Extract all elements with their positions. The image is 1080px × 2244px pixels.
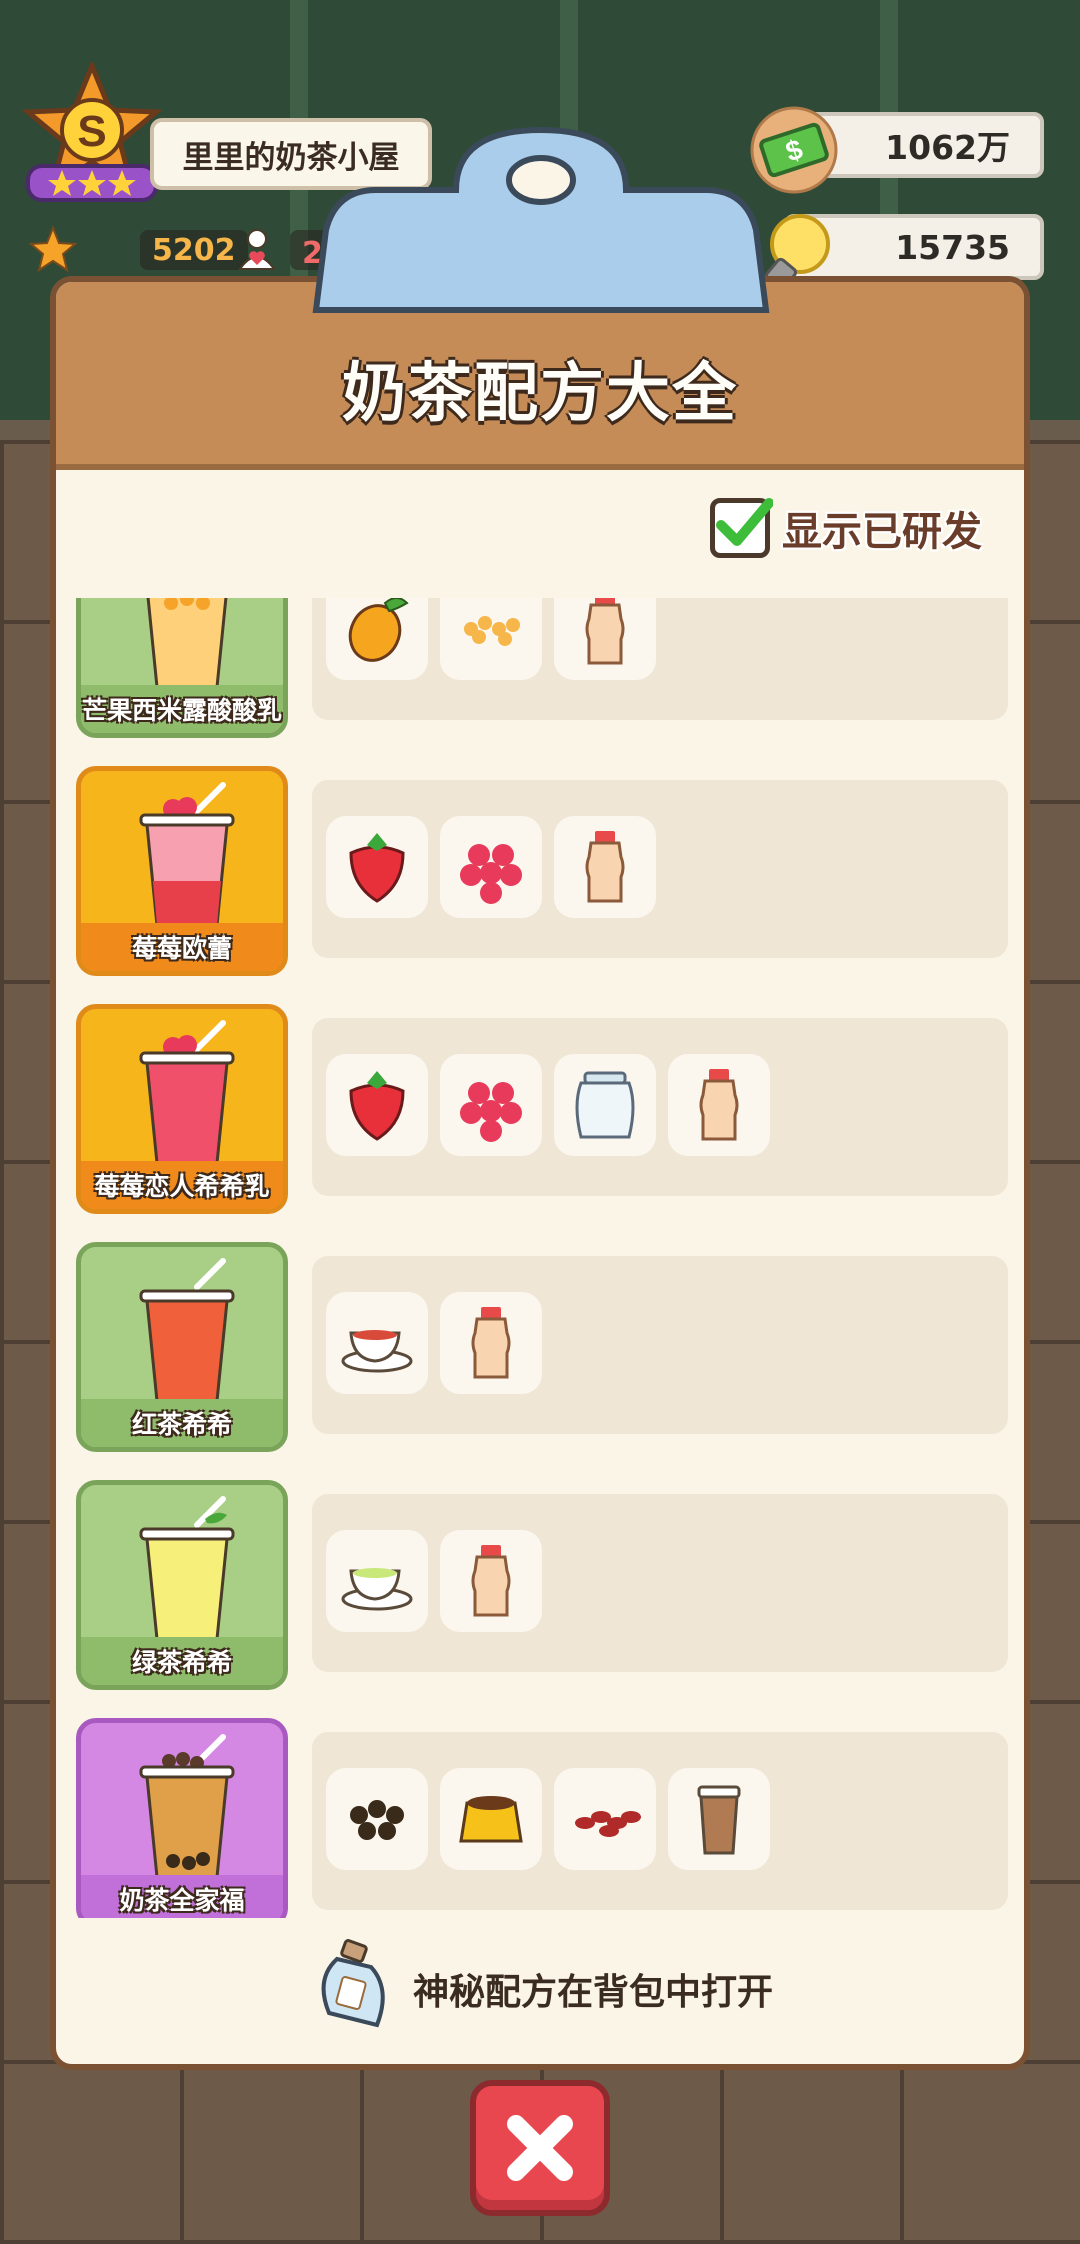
drink-card[interactable]: 芒果西米露酸酸乳 xyxy=(76,598,288,738)
ingredient-slot[interactable] xyxy=(326,1530,428,1632)
ingredient-slot[interactable] xyxy=(554,598,656,680)
recipe-row[interactable]: 奶茶全家福 xyxy=(76,1718,1016,1918)
yogurt-bottle-icon xyxy=(471,1307,511,1379)
drink-label-band: 红茶希希 xyxy=(81,1399,283,1447)
drink-card[interactable]: 红茶希希 xyxy=(76,1242,288,1452)
raspberry-icon xyxy=(460,844,522,904)
toggle-label: 显示已研发 xyxy=(782,509,982,555)
ingredient-slot[interactable] xyxy=(326,816,428,918)
ingredient-tray xyxy=(312,780,1008,958)
show-researched-toggle[interactable]: 显示已研发 xyxy=(710,496,982,560)
ingredient-tray xyxy=(312,1256,1008,1434)
rank-star-icon[interactable]: S xyxy=(22,62,162,212)
ingredient-slot[interactable] xyxy=(668,1054,770,1156)
strawberry-icon xyxy=(349,1071,405,1141)
drink-name: 红茶希希 xyxy=(131,1410,232,1439)
raspberry-icon xyxy=(460,1082,522,1142)
red-beans-icon xyxy=(575,1811,641,1837)
panel-footer: 神秘配方在背包中打开 xyxy=(56,1914,1024,2064)
recipe-row[interactable]: 芒果西米露酸酸乳 xyxy=(76,598,1016,738)
checkmark-icon xyxy=(716,498,773,546)
drink-name: 绿茶希希 xyxy=(131,1648,232,1677)
close-button[interactable] xyxy=(470,2080,610,2216)
mystery-recipe-hint: 神秘配方在背包中打开 xyxy=(412,1972,773,2013)
mango-sago-drink-icon xyxy=(146,598,228,689)
mango-icon xyxy=(348,598,409,662)
ideas-value: 15735 xyxy=(895,227,1010,267)
panel-title: 奶茶配方大全 xyxy=(342,357,738,431)
researched-checkbox[interactable] xyxy=(710,498,773,558)
yogurt-bottle-icon xyxy=(585,598,625,665)
ingredient-slot[interactable] xyxy=(326,1054,428,1156)
mystery-bottle-icon xyxy=(321,1939,385,2028)
ingredient-slot[interactable] xyxy=(554,1768,656,1870)
recipe-row[interactable]: 红茶希希 xyxy=(76,1242,1016,1452)
milk-jar-icon xyxy=(575,1071,635,1139)
recipe-row[interactable]: 绿茶希希 xyxy=(76,1480,1016,1690)
close-icon xyxy=(507,2115,573,2181)
drink-name: 奶茶全家福 xyxy=(119,1886,245,1915)
sago-icon xyxy=(464,616,520,646)
drink-label-band: 芒果西米露酸酸乳 xyxy=(81,685,283,733)
drink-label-band: 绿茶希希 xyxy=(81,1637,283,1685)
ingredient-slot[interactable] xyxy=(554,816,656,918)
ingredient-tray xyxy=(312,1732,1008,1910)
black-tea-drink-icon xyxy=(139,1258,235,1403)
ingredient-slot[interactable] xyxy=(440,816,542,918)
berry-latte-drink-icon xyxy=(139,782,235,927)
rank-letter: S xyxy=(77,107,106,156)
ingredient-slot[interactable] xyxy=(326,1768,428,1870)
ingredient-slot[interactable] xyxy=(440,1054,542,1156)
ingredient-slot[interactable] xyxy=(440,1530,542,1632)
tapioca-pearls-icon xyxy=(350,1800,404,1840)
money-value: 1062万 xyxy=(885,128,1010,167)
drink-label-band: 莓莓恋人希希乳 xyxy=(81,1161,283,1209)
yogurt-bottle-icon xyxy=(471,1545,511,1617)
star-icon xyxy=(28,225,78,273)
drink-card[interactable]: 莓莓恋人希希乳 xyxy=(76,1004,288,1214)
yogurt-bottle-icon xyxy=(585,831,625,903)
stars-stat: 5202 xyxy=(28,225,248,273)
ingredient-slot[interactable] xyxy=(440,1292,542,1394)
milk-tea-cup-icon xyxy=(697,1785,741,1855)
clipboard-clip xyxy=(312,126,770,313)
recipe-list[interactable]: 芒果西米露酸酸乳 莓莓欧蕾 莓莓恋人希希乳 红茶希希 绿茶希希 奶茶全家福 xyxy=(56,598,1024,1918)
ingredient-slot[interactable] xyxy=(326,1292,428,1394)
black-tea-cup-icon xyxy=(341,1330,413,1373)
drink-name: 莓莓欧蕾 xyxy=(131,934,232,963)
strawberry-icon xyxy=(349,833,405,903)
drink-label-band: 奶茶全家福 xyxy=(81,1875,283,1918)
ingredient-slot[interactable] xyxy=(554,1054,656,1156)
drink-card[interactable]: 莓莓欧蕾 xyxy=(76,766,288,976)
pudding-icon xyxy=(459,1796,523,1843)
ingredient-slot[interactable] xyxy=(668,1768,770,1870)
drink-name: 芒果西米露酸酸乳 xyxy=(81,696,282,725)
ingredient-tray xyxy=(312,1018,1008,1196)
ingredient-slot[interactable] xyxy=(440,598,542,680)
drink-name: 莓莓恋人希希乳 xyxy=(94,1172,270,1201)
ingredient-slot[interactable] xyxy=(440,1768,542,1870)
berry-lover-drink-icon xyxy=(139,1020,235,1165)
recipe-row[interactable]: 莓莓欧蕾 xyxy=(76,766,1016,976)
recipe-row[interactable]: 莓莓恋人希希乳 xyxy=(76,1004,1016,1214)
fans-icon xyxy=(238,229,276,270)
recipe-book-panel: 奶茶配方大全 显示已研发 芒果西米露酸酸乳 莓莓欧蕾 莓莓恋人希希乳 红茶希希 … xyxy=(50,276,1030,2070)
drink-card[interactable]: 绿茶希希 xyxy=(76,1480,288,1690)
yogurt-bottle-icon xyxy=(699,1069,739,1141)
ingredient-tray xyxy=(312,598,1008,720)
drink-card[interactable]: 奶茶全家福 xyxy=(76,1718,288,1918)
ingredient-slot[interactable] xyxy=(326,598,428,680)
drink-label-band: 莓莓欧蕾 xyxy=(81,923,283,971)
green-tea-cup-icon xyxy=(341,1568,413,1611)
green-tea-drink-icon xyxy=(139,1496,235,1641)
milk-tea-family-drink-icon xyxy=(139,1734,235,1879)
ingredient-tray xyxy=(312,1494,1008,1672)
